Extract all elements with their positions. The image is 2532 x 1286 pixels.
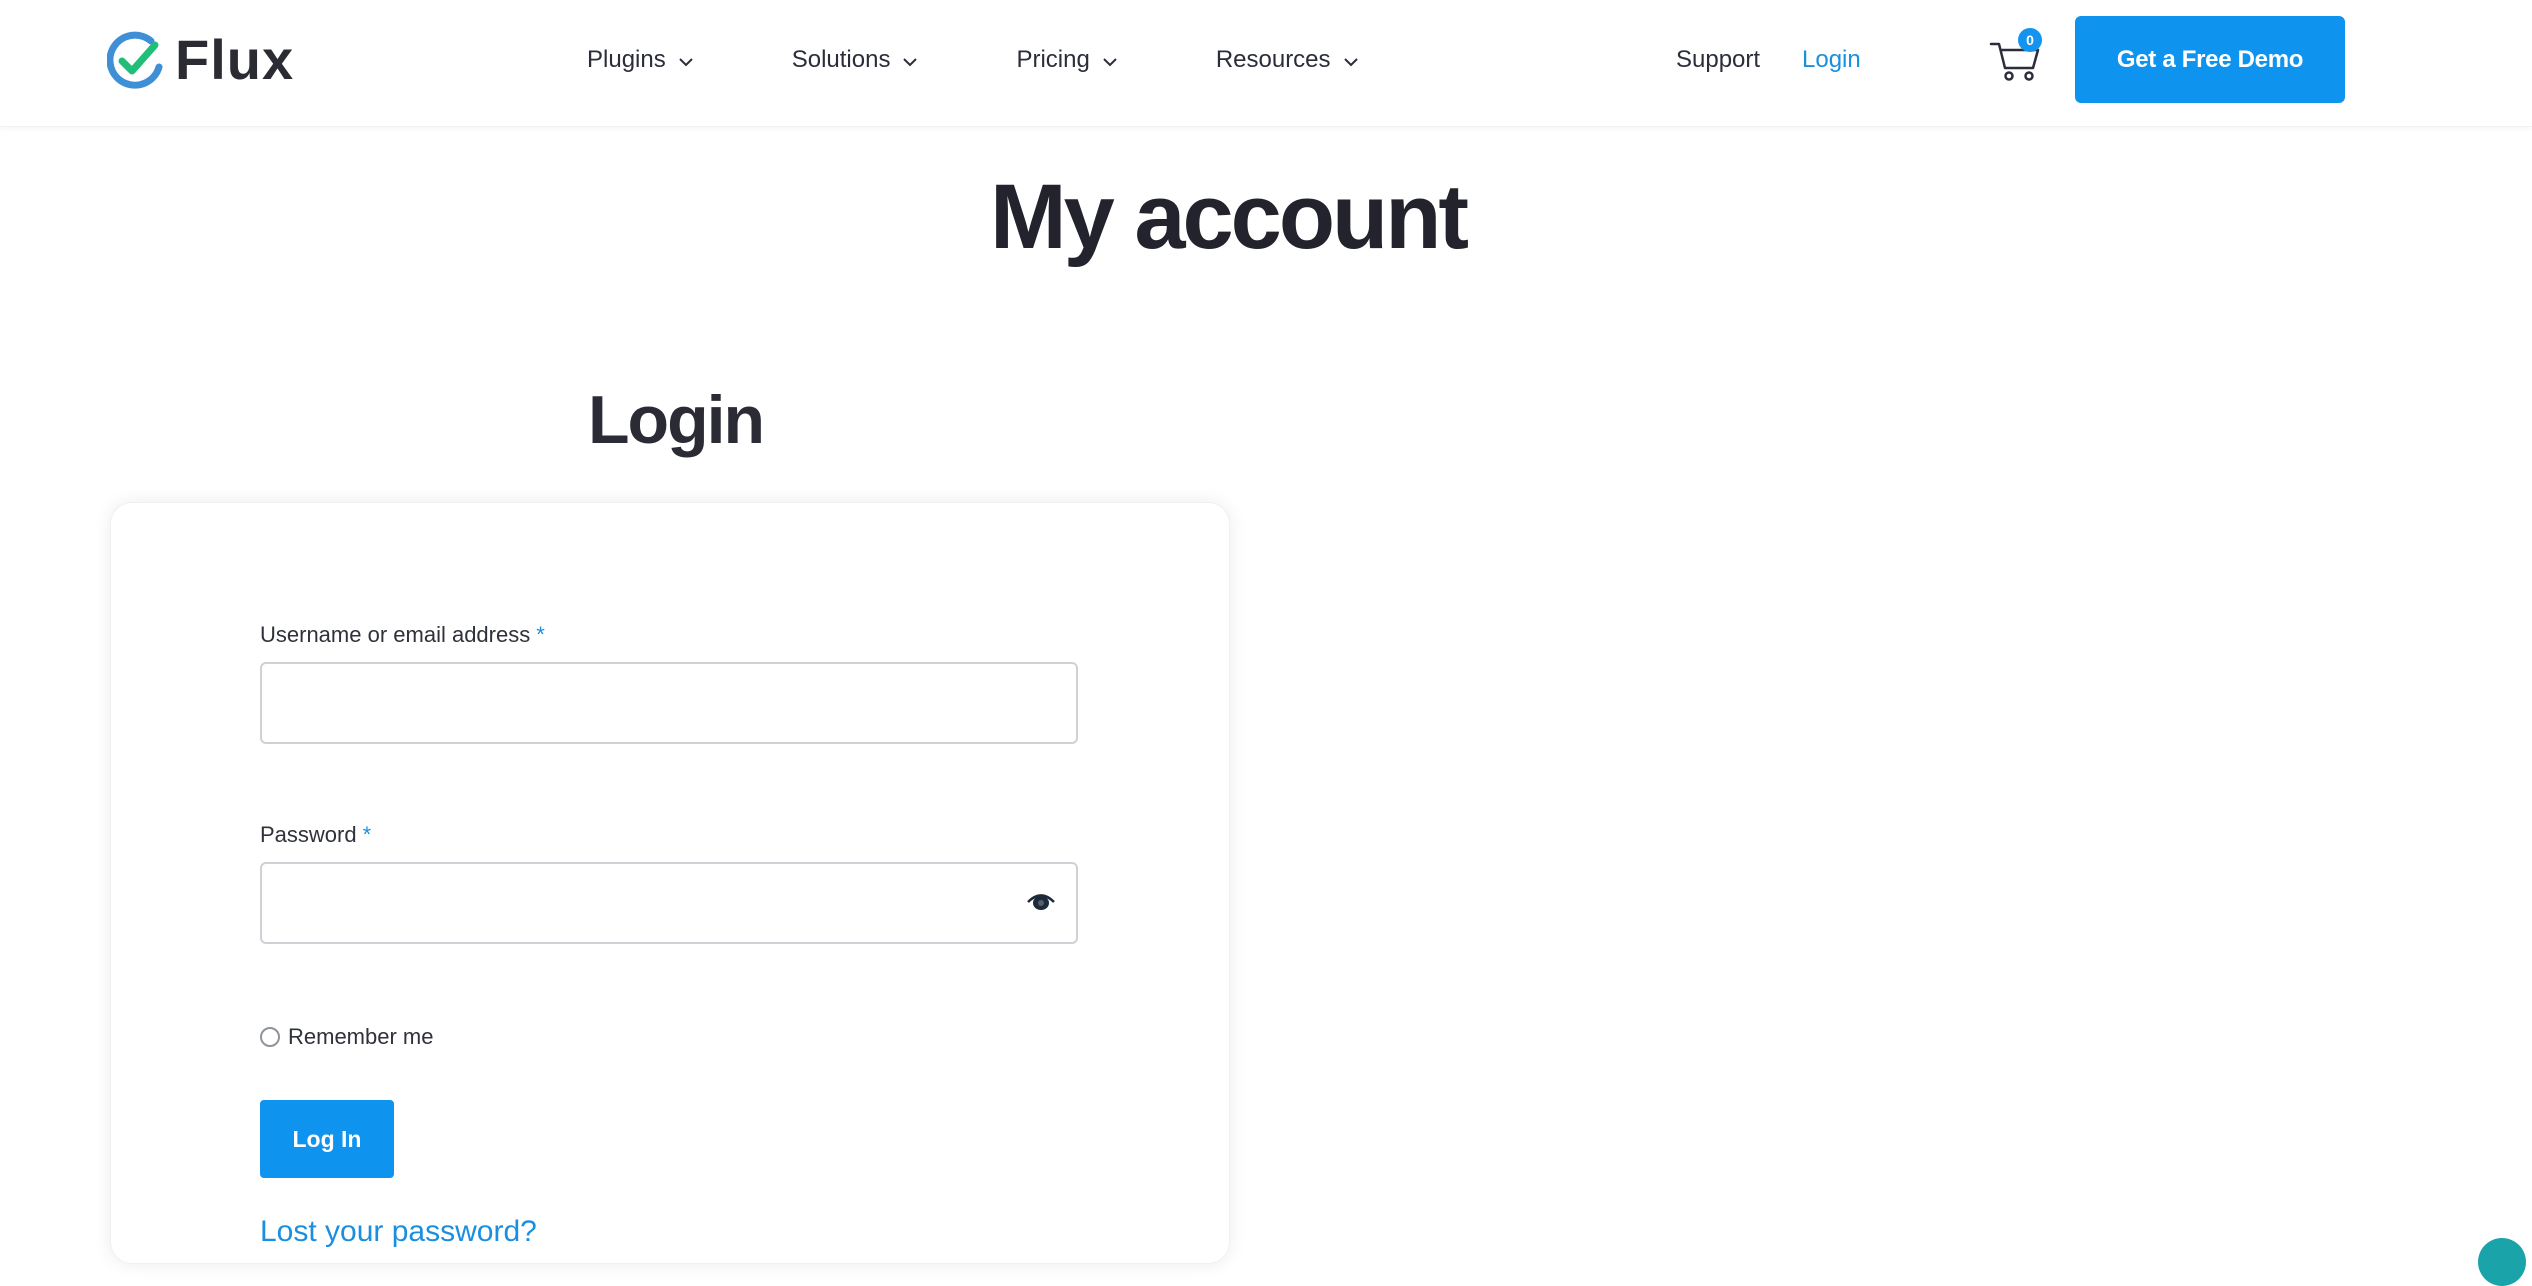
main-nav: Plugins Solutions Pricing Resources [587,40,1359,80]
logo[interactable]: Flux [107,28,294,92]
required-marker: * [536,622,545,647]
chevron-down-icon [678,46,694,74]
username-label: Username or email address * [260,622,545,648]
nav-item-solutions[interactable]: Solutions [792,46,919,74]
chevron-down-icon [902,46,918,74]
eye-icon[interactable] [1026,891,1056,918]
nav-item-label: Plugins [587,46,666,73]
username-label-text: Username or email address [260,622,531,647]
login-heading: Login [588,382,765,458]
page-title: My account [989,166,1469,268]
nav-item-resources[interactable]: Resources [1216,46,1359,74]
nav-item-plugins[interactable]: Plugins [587,46,694,74]
remember-me[interactable]: Remember me [260,1024,433,1050]
cart-count-badge: 0 [2018,28,2042,52]
chevron-down-icon [1343,46,1359,74]
check-circle-icon [107,31,163,89]
chevron-down-icon [1102,46,1118,74]
required-marker: * [362,822,372,847]
password-label: Password * [260,822,371,848]
login-link[interactable]: Login [1802,46,1861,74]
chat-widget[interactable] [2478,1238,2526,1286]
log-in-button[interactable]: Log In [260,1100,394,1178]
nav-item-pricing[interactable]: Pricing [1016,46,1117,74]
remember-me-label: Remember me [288,1024,434,1049]
get-free-demo-button[interactable]: Get a Free Demo [2075,16,2345,103]
nav-item-label: Solutions [791,46,891,73]
nav-item-label: Resources [1215,46,1331,73]
remember-me-checkbox[interactable] [260,1027,280,1047]
site-header: Flux Plugins Solutions Pricing Resources [0,0,2532,127]
logo-text: Flux [175,28,295,91]
password-label-text: Password [260,822,357,847]
nav-item-label: Pricing [1016,46,1090,73]
password-field[interactable] [260,862,1078,944]
support-link[interactable]: Support [1676,46,1760,74]
username-field[interactable] [260,662,1078,744]
